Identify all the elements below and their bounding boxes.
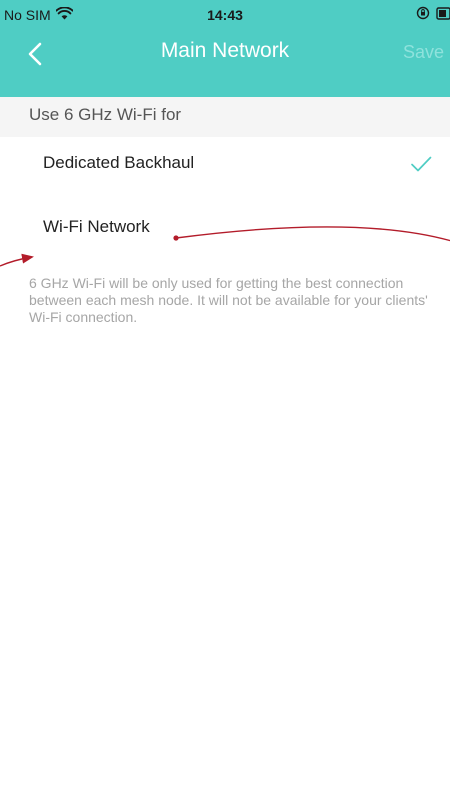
battery-icon: [436, 6, 450, 23]
header: No SIM 14:43 Main Network Save: [0, 0, 450, 97]
status-right: [416, 6, 450, 23]
save-button[interactable]: Save: [403, 42, 444, 63]
page-title: Main Network: [160, 39, 290, 62]
option-label: Wi-Fi Network: [43, 217, 150, 236]
section-header: Use 6 GHz Wi-Fi for: [0, 97, 450, 137]
nav-bar: Main Network Save: [0, 30, 450, 75]
option-dedicated-backhaul[interactable]: Dedicated Backhaul: [0, 138, 450, 190]
checkmark-icon: [411, 156, 432, 172]
app-screen: No SIM 14:43 Main Network Save Use 6 GHz…: [0, 0, 450, 809]
section-header-label: Use 6 GHz Wi-Fi for: [29, 105, 182, 124]
option-description: 6 GHz Wi-Fi will be only used for gettin…: [29, 275, 428, 325]
status-bar: No SIM 14:43: [0, 0, 450, 30]
option-label: Dedicated Backhaul: [43, 153, 195, 172]
lock-rotation-icon: [416, 6, 430, 23]
option-wifi-network[interactable]: Wi-Fi Network: [0, 202, 450, 254]
status-time: 14:43: [207, 7, 243, 23]
annotation-arrow-left: [0, 253, 34, 267]
